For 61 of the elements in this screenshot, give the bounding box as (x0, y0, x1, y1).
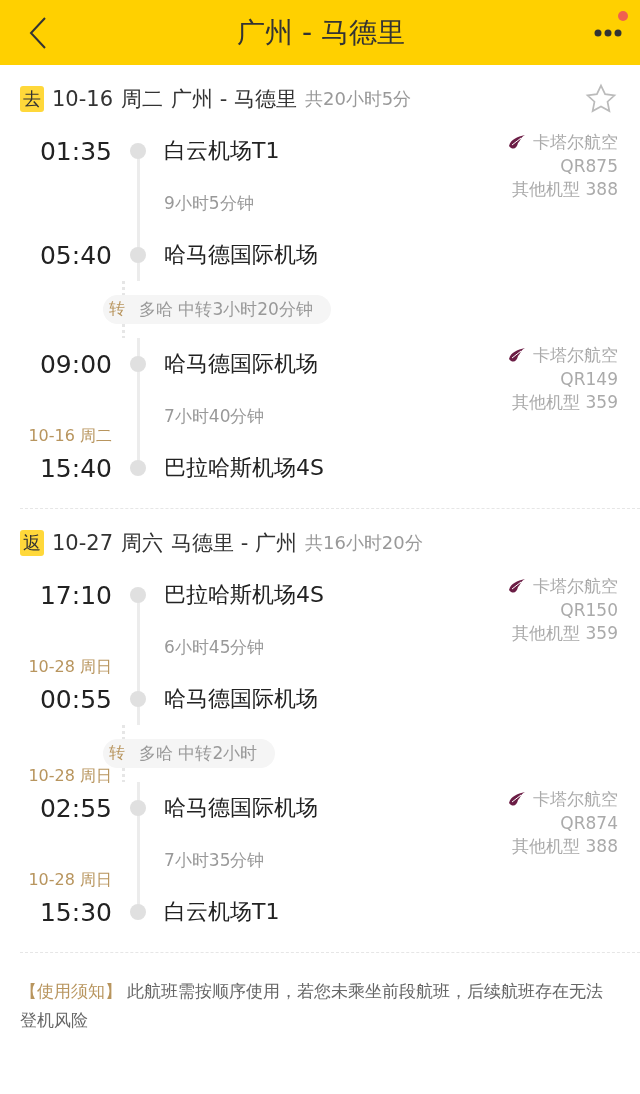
airline-name: 卡塔尔航空 (533, 788, 618, 811)
arrival-date: 10-28 周日 (28, 869, 112, 891)
timeline-dot (130, 904, 146, 920)
flight-number: QR874 (560, 813, 618, 833)
timeline-dot (130, 356, 146, 372)
arrival-date: 10-28 周日 (28, 765, 112, 787)
trip-tag: 返 (20, 530, 44, 556)
transfer-info: 转 多哈 中转3小时20分钟 (103, 295, 331, 324)
airport-name: 白云机场T1 (164, 137, 280, 165)
flight-time: 15:40 (39, 453, 112, 483)
airport-name: 巴拉哈斯机场4S (164, 581, 324, 609)
flight-time: 15:30 (39, 897, 112, 927)
aircraft-type: 其他机型 359 (512, 622, 618, 645)
flight-duration: 7小时40分钟 (164, 404, 265, 428)
timeline-dot (130, 587, 146, 603)
flight-duration: 9小时5分钟 (164, 191, 254, 215)
transfer-info: 转 多哈 中转2小时 (103, 739, 276, 768)
airport-name: 哈马德国际机场 (164, 241, 318, 269)
trip-route: 马德里 - 广州 (171, 530, 297, 557)
airport-name: 白云机场T1 (164, 898, 280, 926)
timeline-dot (130, 691, 146, 707)
trip-weekday: 周六 (121, 530, 164, 557)
aircraft-type: 其他机型 359 (512, 391, 618, 414)
flight-number: QR150 (560, 600, 618, 620)
page-title: 广州 - 马德里 (237, 14, 405, 51)
trip-date: 10-27 (52, 531, 114, 555)
airport-name: 巴拉哈斯机场4S (164, 454, 324, 482)
airport-name: 哈马德国际机场 (164, 794, 318, 822)
flight-duration: 7小时35分钟 (164, 848, 265, 872)
airport-name: 哈马德国际机场 (164, 350, 318, 378)
trip-date: 10-16 (52, 87, 114, 111)
flight-time: 00:55 (39, 684, 112, 714)
flight-time: 09:00 (39, 349, 112, 379)
flight-time: 01:35 (39, 136, 112, 166)
airline-name: 卡塔尔航空 (533, 575, 618, 598)
flight-duration: 6小时45分钟 (164, 635, 265, 659)
flight-time: 02:55 (39, 793, 112, 823)
aircraft-type: 其他机型 388 (512, 835, 618, 858)
timeline-dot (130, 247, 146, 263)
airline-name: 卡塔尔航空 (533, 131, 618, 154)
total-duration: 共16小时20分 (304, 531, 423, 555)
arrival-date: 10-28 周日 (28, 656, 112, 678)
flight-time: 17:10 (39, 580, 112, 610)
trip-route: 广州 - 马德里 (171, 86, 297, 113)
star-icon[interactable] (584, 82, 618, 116)
timeline-dot (130, 460, 146, 476)
usage-notice: 【使用须知】 此航班需按顺序使用，若您未乘坐前段航班，后续航班存在无法登机风险 (19, 980, 605, 1032)
flight-number: QR875 (560, 156, 618, 176)
airline-name: 卡塔尔航空 (533, 344, 618, 367)
trip-weekday: 周二 (121, 86, 164, 113)
more-icon[interactable] (594, 28, 622, 37)
timeline-dot (130, 143, 146, 159)
airport-name: 哈马德国际机场 (164, 685, 318, 713)
timeline-dot (130, 800, 146, 816)
total-duration: 共20小时5分 (304, 87, 412, 111)
flight-time: 05:40 (39, 240, 112, 270)
trip-tag: 去 (20, 86, 44, 112)
arrival-date: 10-16 周二 (28, 425, 112, 447)
flight-number: QR149 (560, 369, 618, 389)
aircraft-type: 其他机型 388 (512, 178, 618, 201)
back-icon[interactable] (28, 15, 48, 50)
